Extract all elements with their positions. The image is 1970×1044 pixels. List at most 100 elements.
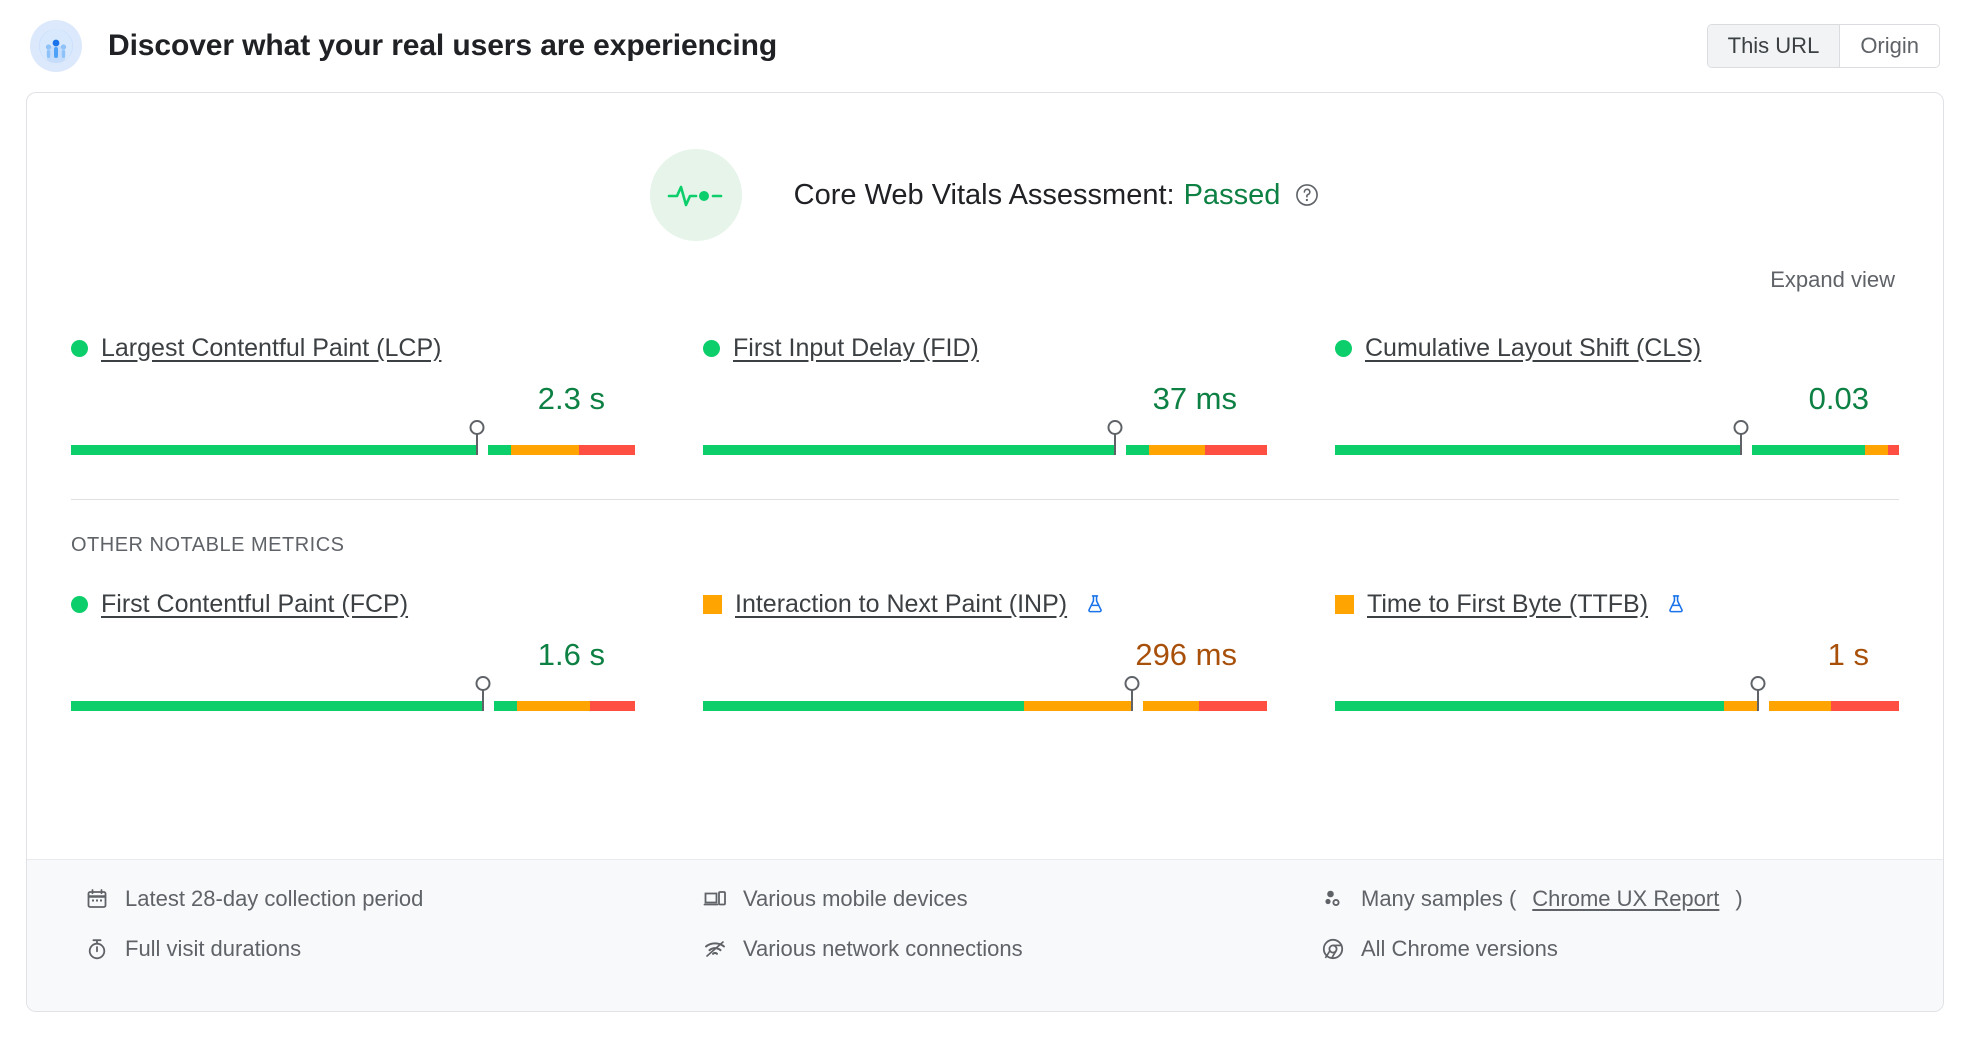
metric-value-fid: 37 ms (1153, 381, 1237, 417)
status-dot-cls-icon (1335, 340, 1352, 357)
status-square-inp-icon (703, 595, 722, 614)
footer-item-label: All Chrome versions (1361, 936, 1558, 962)
metric-name-link-fcp[interactable]: First Contentful Paint (FCP) (101, 590, 408, 619)
segment-poor-4 (1205, 445, 1267, 455)
segment-good-0 (703, 445, 1115, 455)
page-title: Discover what your real users are experi… (108, 29, 777, 63)
segment-good-0 (71, 445, 477, 455)
metric-header-fcp: First Contentful Paint (FCP) (71, 587, 635, 621)
pulse-heartbeat-icon (650, 149, 742, 241)
status-dot-fid-icon (703, 340, 720, 357)
distribution-segments-fcp (71, 701, 635, 711)
status-square-ttfb-icon (1335, 595, 1354, 614)
url-origin-toggle[interactable]: This URL Origin (1707, 24, 1940, 68)
expand-view-row: Expand view (27, 241, 1943, 293)
distribution-segments-fid (703, 445, 1267, 455)
status-dot-fcp-icon (71, 596, 88, 613)
metric-distribution-bar-cls (1335, 429, 1899, 455)
footer-item-calendar: Latest 28-day collection period (85, 886, 663, 912)
other-metrics-label: OTHER NOTABLE METRICS (27, 500, 1943, 557)
percentile-marker-cls (1740, 431, 1742, 455)
expand-view-link[interactable]: Expand view (1770, 267, 1895, 293)
calendar-icon (85, 887, 109, 911)
flask-icon (1084, 593, 1106, 615)
toggle-this-url[interactable]: This URL (1708, 25, 1841, 67)
footer-column-1: Latest 28-day collection period Full visi… (85, 886, 663, 985)
help-circle-icon[interactable] (1294, 182, 1320, 208)
psi-field-data-page: Discover what your real users are experi… (0, 0, 1970, 1044)
stopwatch-icon (85, 937, 109, 961)
metric-distribution-bar-inp (703, 685, 1267, 711)
footer-item-samples: Many samples (Chrome UX Report) (1321, 886, 1899, 912)
crux-users-icon (30, 20, 82, 72)
metric-distribution-bar-ttfb (1335, 685, 1899, 711)
devices-icon (703, 887, 727, 911)
segment-good-0 (1335, 445, 1741, 455)
metric-fid: First Input Delay (FID) 37 ms (703, 331, 1267, 455)
samples-icon (1321, 887, 1345, 911)
metric-value-cls: 0.03 (1809, 381, 1869, 417)
segment-gap-2 (1132, 701, 1143, 711)
segment-good-2 (488, 445, 511, 455)
footer-item-label: Full visit durations (125, 936, 301, 962)
segment-average-3 (1769, 701, 1831, 711)
flask-icon (1665, 593, 1687, 615)
footer-item-devices: Various mobile devices (703, 886, 1281, 912)
metric-value-row-inp: 296 ms (703, 637, 1267, 673)
cwv-assessment: Core Web Vitals Assessment: Passed (27, 93, 1943, 241)
segment-good-2 (494, 701, 517, 711)
distribution-segments-inp (703, 701, 1267, 711)
metric-value-fcp: 1.6 s (538, 637, 605, 673)
metric-name-link-ttfb[interactable]: Time to First Byte (TTFB) (1367, 590, 1648, 619)
segment-good-0 (703, 701, 1024, 711)
segment-good-0 (71, 701, 483, 711)
segment-poor-4 (1888, 445, 1899, 455)
footer-item-label: Latest 28-day collection period (125, 886, 423, 912)
segment-average-3 (511, 445, 579, 455)
toggle-origin[interactable]: Origin (1840, 25, 1939, 67)
metric-value-row-fcp: 1.6 s (71, 637, 635, 673)
segment-poor-4 (1831, 701, 1899, 711)
segment-poor-4 (579, 445, 635, 455)
segment-gap-2 (1758, 701, 1769, 711)
chrome-ux-report-link[interactable]: Chrome UX Report (1532, 886, 1719, 912)
segment-good-2 (1126, 445, 1149, 455)
footer-item-network-signal: Various network connections (703, 936, 1281, 962)
metric-value-row-ttfb: 1 s (1335, 637, 1899, 673)
assessment-text: Core Web Vitals Assessment: Passed (794, 179, 1321, 212)
segment-average-3 (1865, 445, 1888, 455)
footer-column-2: Various mobile devices Various network co… (703, 886, 1281, 985)
segment-good-2 (1752, 445, 1865, 455)
percentile-marker-ttfb (1757, 687, 1759, 711)
network-signal-icon (703, 937, 727, 961)
page-header: Discover what your real users are experi… (26, 0, 1944, 92)
segment-gap-1 (1115, 445, 1126, 455)
distribution-segments-lcp (71, 445, 635, 455)
metric-header-inp: Interaction to Next Paint (INP) (703, 587, 1267, 621)
metric-distribution-bar-lcp (71, 429, 635, 455)
segment-gap-1 (477, 445, 488, 455)
segment-average-3 (1143, 701, 1199, 711)
segment-gap-1 (483, 701, 494, 711)
segment-good-0 (1335, 701, 1724, 711)
footer-item-stopwatch: Full visit durations (85, 936, 663, 962)
distribution-segments-ttfb (1335, 701, 1899, 711)
data-source-footer: Latest 28-day collection period Full visi… (27, 859, 1943, 1011)
metric-name-link-inp[interactable]: Interaction to Next Paint (INP) (735, 590, 1067, 619)
metric-value-row-fid: 37 ms (703, 381, 1267, 417)
metric-fcp: First Contentful Paint (FCP) 1.6 s (71, 587, 635, 711)
metric-name-link-lcp[interactable]: Largest Contentful Paint (LCP) (101, 334, 441, 363)
footer-item-chrome: All Chrome versions (1321, 936, 1899, 962)
assessment-status: Passed (1184, 179, 1281, 212)
metric-lcp: Largest Contentful Paint (LCP)2.3 s (71, 331, 635, 455)
field-data-card: Core Web Vitals Assessment: Passed Expan… (26, 92, 1944, 1012)
segment-average-3 (1149, 445, 1205, 455)
metric-value-inp: 296 ms (1135, 637, 1237, 673)
footer-item-label-after: ) (1735, 886, 1742, 912)
core-web-vitals-metrics: Largest Contentful Paint (LCP)2.3 s First… (27, 293, 1943, 455)
metric-cls: Cumulative Layout Shift (CLS) 0.03 (1335, 331, 1899, 455)
chrome-icon (1321, 937, 1345, 961)
metric-name-link-cls[interactable]: Cumulative Layout Shift (CLS) (1365, 334, 1701, 363)
percentile-marker-inp (1131, 687, 1133, 711)
metric-name-link-fid[interactable]: First Input Delay (FID) (733, 334, 979, 363)
